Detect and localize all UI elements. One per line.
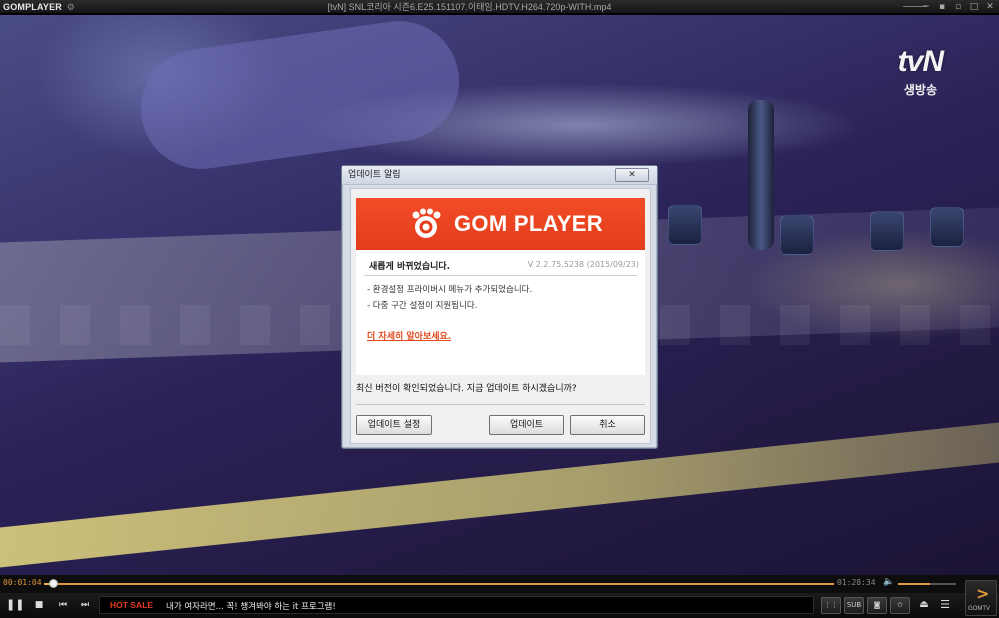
stop-icon[interactable]: ■ xyxy=(31,598,47,612)
dialog-close-button[interactable]: ✕ xyxy=(615,168,649,182)
ticker-text: 내가 여자라면... 꼭! 챙겨봐야 하는 it 프로그램! xyxy=(166,602,336,612)
seek-thumb[interactable] xyxy=(49,579,58,588)
file-title: [tvN] SNL코리아 시즌6.E25.151107.이태임.HDTV.H26… xyxy=(327,2,612,12)
video-figure xyxy=(133,15,467,177)
maximize-icon[interactable]: □ xyxy=(969,0,979,14)
cancel-button[interactable]: 취소 xyxy=(570,415,645,435)
gomtv-label: GOMTV xyxy=(968,606,990,612)
compact-mode-icon[interactable]: ▪ xyxy=(937,0,947,14)
channel-logo: tvN xyxy=(897,45,944,78)
banner-text: GOM PLAYER xyxy=(454,211,603,236)
promo-ticker[interactable]: HOT SALE 내가 여자라면... 꼭! 챙겨봐야 하는 it 프로그램! xyxy=(99,596,814,614)
volume-icon[interactable]: 🔈 xyxy=(883,577,894,587)
changelog-list: - 환경설정 프라이버시 메뉴가 추가되었습니다. - 다중 구간 설정이 지원… xyxy=(367,282,532,314)
changelog-item: - 다중 구간 설정이 지원됩니다. xyxy=(367,301,478,311)
video-knob xyxy=(870,211,904,251)
minimize-bar-icon[interactable]: ─ xyxy=(921,0,931,14)
video-knob xyxy=(930,207,964,247)
video-fader xyxy=(748,100,774,250)
window-controls: ─ ▪ ▫ □ ✕ xyxy=(921,0,995,14)
version-label: V 2.2.75.5238 (2015/09/23) xyxy=(527,260,639,269)
effects-icon[interactable]: ✩ xyxy=(890,597,910,614)
update-question: 최신 버전이 확인되었습니다. 지금 업데이트 하시겠습니까? xyxy=(356,384,577,394)
close-icon[interactable]: ✕ xyxy=(985,0,995,14)
update-button[interactable]: 업데이트 xyxy=(489,415,564,435)
gomtv-button[interactable]: > GOMTV xyxy=(965,580,997,616)
seek-track[interactable] xyxy=(44,583,834,585)
update-dialog: 업데이트 알림 ✕ GOM PLAYER 새롭게 바뀌었습니다. V 2.2.7… xyxy=(341,165,658,449)
video-knob xyxy=(780,215,814,255)
divider xyxy=(356,404,645,405)
update-headline: 새롭게 바뀌었습니다. xyxy=(369,262,451,272)
seek-bar-area: 00:01:04 01:28:34 🔈 xyxy=(0,575,999,593)
subtitle-button[interactable]: SUB xyxy=(844,597,864,614)
title-bar: GOMPLAYER ⚙ [tvN] SNL코리아 시즌6.E25.151107.… xyxy=(0,0,999,14)
capture-icon[interactable]: ◙ xyxy=(867,597,887,614)
update-info-panel: GOM PLAYER 새롭게 바뀌었습니다. V 2.2.75.5238 (20… xyxy=(356,198,645,375)
changelog-item: - 환경설정 프라이버시 메뉴가 추가되었습니다. xyxy=(367,285,533,295)
volume-level xyxy=(898,583,930,585)
gom-logo-icon xyxy=(412,208,441,238)
gom-banner: GOM PLAYER xyxy=(356,198,645,250)
equalizer-icon[interactable]: ⋮⋮ xyxy=(821,597,841,614)
video-knob xyxy=(668,205,702,245)
channel-sub-label: 생방송 xyxy=(903,83,937,97)
mini-mode-icon[interactable]: ▫ xyxy=(953,0,963,14)
menu-icon[interactable]: ☰ xyxy=(937,598,953,612)
current-time: 00:01:04 xyxy=(3,578,42,587)
update-settings-button[interactable]: 업데이트 설정 xyxy=(356,415,432,435)
previous-icon[interactable]: ⏮ xyxy=(55,598,71,612)
eject-icon[interactable]: ⏏ xyxy=(916,598,932,612)
chevron-right-icon: > xyxy=(976,584,990,603)
divider xyxy=(364,275,637,276)
next-icon[interactable]: ⏭ xyxy=(77,598,93,612)
learn-more-link[interactable]: 더 자세히 알아보세요. xyxy=(367,329,451,342)
control-bar: ❚❚ ■ ⏮ ⏭ HOT SALE 내가 여자라면... 꼭! 챙겨봐야 하는 … xyxy=(0,593,999,618)
hot-sale-badge: HOT SALE xyxy=(110,600,153,610)
pause-icon[interactable]: ❚❚ xyxy=(6,598,24,612)
total-time: 01:28:34 xyxy=(837,578,876,587)
dialog-body: GOM PLAYER 새롭게 바뀌었습니다. V 2.2.75.5238 (20… xyxy=(350,188,651,444)
dialog-title: 업데이트 알림 xyxy=(342,166,657,185)
